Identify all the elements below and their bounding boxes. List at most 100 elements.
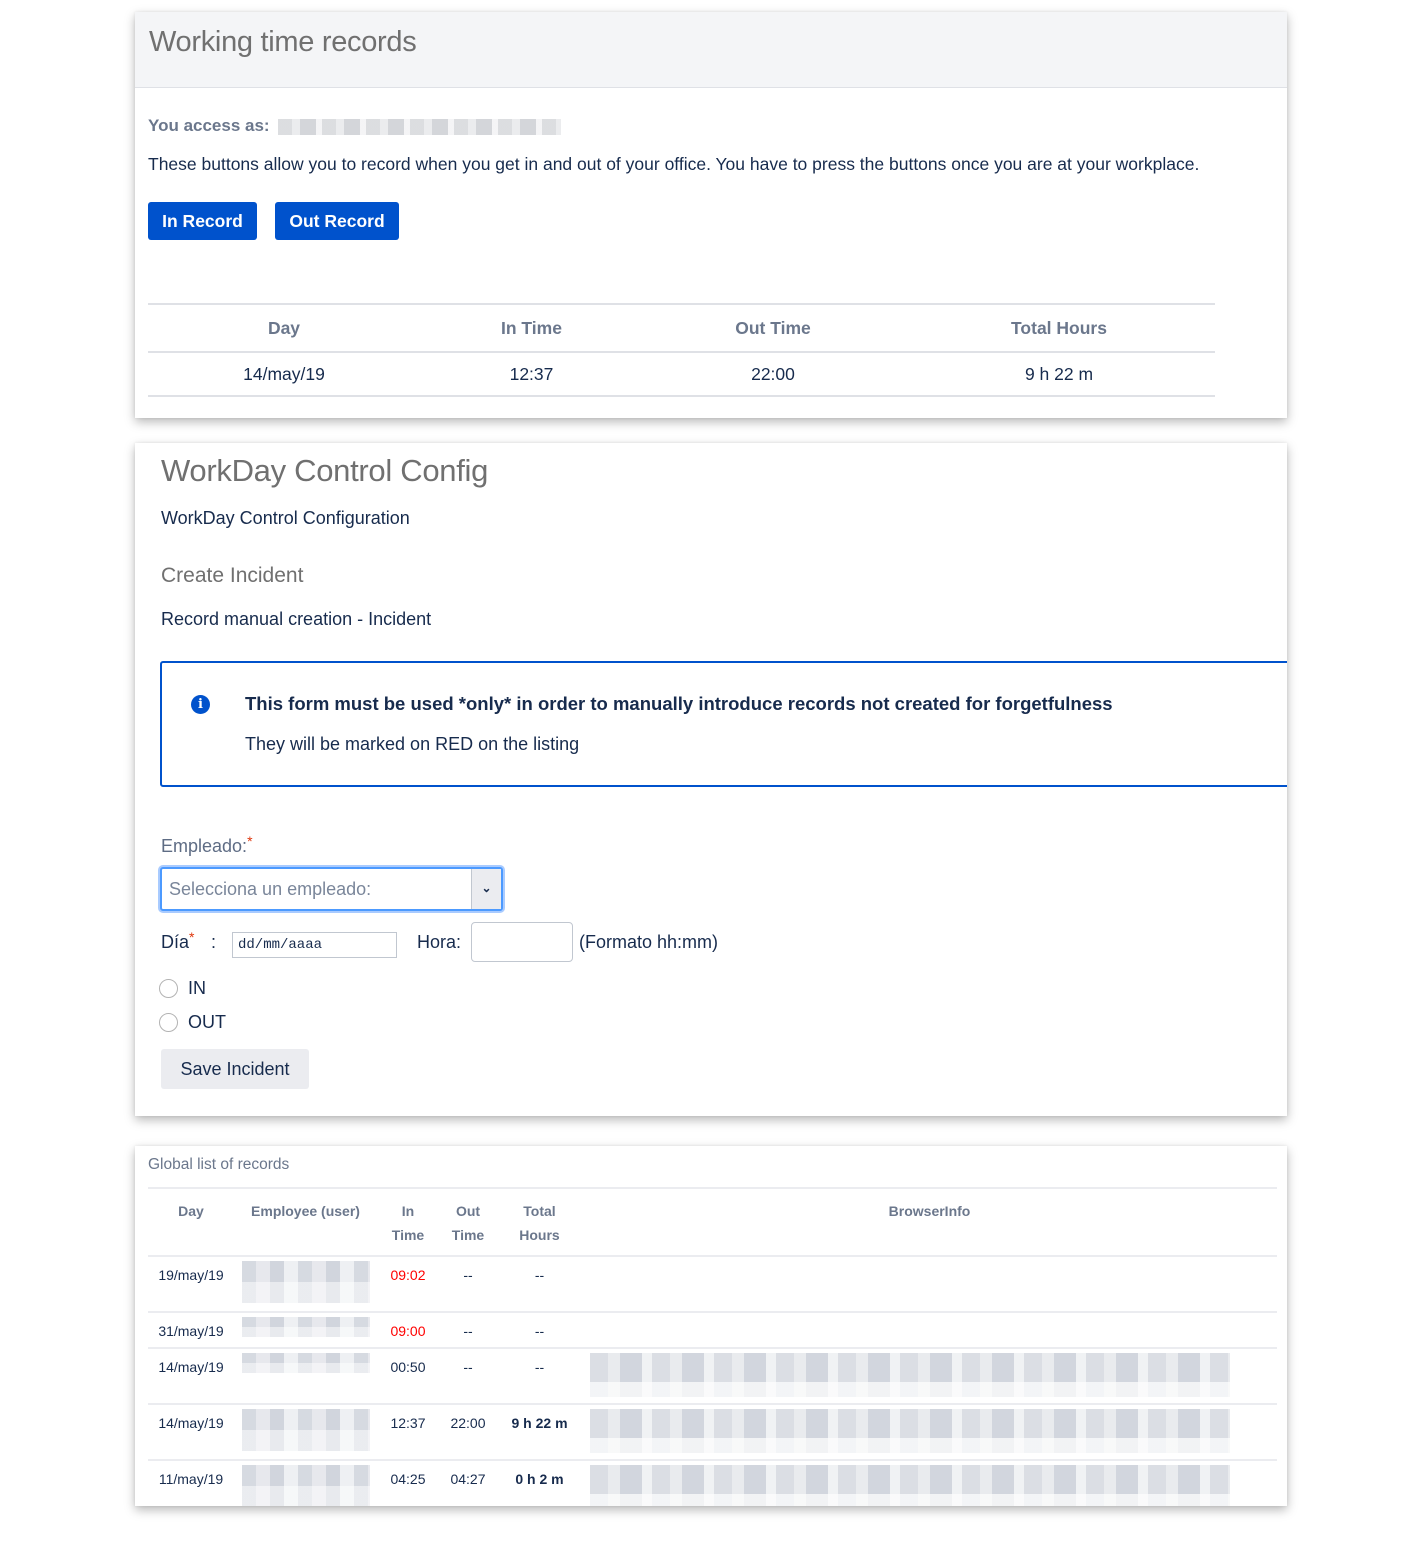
redacted-employee — [241, 1261, 370, 1303]
cell-day: 14/may/19 — [148, 352, 420, 397]
cell-out-time: 04:27 — [450, 1471, 486, 1487]
cell-day: 19/may/19 — [148, 1256, 234, 1313]
cell-day: 14/may/19 — [148, 1404, 234, 1461]
working-time-card: Working time records You access as: Thes… — [135, 12, 1287, 418]
working-time-title: Working time records — [149, 26, 417, 58]
radio-out-label: OUT — [188, 1012, 226, 1032]
day-label-text: Día — [161, 932, 190, 952]
redacted-user-name — [278, 118, 562, 135]
working-time-header: Working time records — [135, 12, 1287, 88]
header-in-time: In Time — [377, 1187, 439, 1257]
table-row: 31/may/19 09:00 -- -- — [148, 1312, 1277, 1349]
redacted-employee — [241, 1409, 370, 1451]
cell-employee — [234, 1348, 377, 1405]
table-row: 14/may/19 12:37 22:00 9 h 22 m — [148, 352, 1215, 397]
cell-day: 31/may/19 — [148, 1312, 234, 1349]
access-line: You access as: — [148, 116, 562, 136]
header-out-line1: Out — [455, 1203, 481, 1219]
config-card: WorkDay Control Config WorkDay Control C… — [135, 443, 1287, 1116]
employee-select[interactable]: Selecciona un empleado: ⌄ — [160, 867, 503, 911]
cell-total-hours: 9 h 22 m — [497, 1404, 582, 1461]
table-row: 14/may/19 00:50 -- -- — [148, 1348, 1277, 1405]
chevron-down-icon[interactable]: ⌄ — [471, 869, 501, 909]
header-day: Day — [148, 1187, 234, 1257]
cell-out-time: -- — [439, 1312, 497, 1349]
cell-out-time: 22:00 — [643, 352, 903, 397]
cell-total-hours: 0 h 2 m — [515, 1471, 564, 1487]
cell-browser-info — [582, 1460, 1277, 1506]
employee-select-placeholder: Selecciona un empleado: — [169, 879, 372, 899]
hour-input[interactable] — [471, 922, 573, 962]
radio-out[interactable] — [159, 1013, 178, 1032]
global-list-title: Global list of records — [148, 1156, 290, 1173]
radio-out-option[interactable]: OUT — [159, 1012, 226, 1033]
save-incident-button[interactable]: Save Incident — [161, 1049, 309, 1089]
table-header-row: Day Employee (user) In Time Out Time Total… — [148, 1187, 1277, 1257]
header-in-time: In Time — [420, 303, 643, 353]
radio-in-option[interactable]: IN — [159, 978, 206, 999]
redacted-employee — [241, 1317, 370, 1337]
table-row: 11/may/19 04:25 04:27 0 h 2 m — [148, 1460, 1277, 1506]
cell-in-time: 12:37 — [420, 352, 643, 397]
redacted-browser-info — [590, 1353, 1230, 1397]
cell-total-hours: -- — [497, 1256, 582, 1313]
in-record-button[interactable]: In Record — [148, 202, 257, 240]
cell-in-time: 00:50 — [377, 1348, 439, 1405]
my-records-table: Day In Time Out Time Total Hours 14/may/… — [148, 303, 1215, 397]
cell-day: 11/may/19 — [158, 1471, 224, 1487]
cell-in-time: 09:00 — [377, 1312, 439, 1349]
cell-total-hours: -- — [497, 1348, 582, 1405]
cell-in-time: 04:25 — [390, 1471, 426, 1487]
table-row: 14/may/19 12:37 22:00 9 h 22 m — [148, 1404, 1277, 1461]
header-out-time: Out Time — [439, 1187, 497, 1257]
cell-browser-info — [582, 1404, 1277, 1461]
info-text: They will be marked on RED on the listin… — [245, 734, 580, 754]
cell-out-time: 22:00 — [439, 1404, 497, 1461]
day-date-input[interactable]: dd/mm/aaaa — [232, 932, 397, 958]
header-total-hours: Total Hours — [903, 303, 1215, 353]
config-title: WorkDay Control Config — [161, 453, 489, 488]
header-total-hours: Total Hours — [497, 1187, 582, 1257]
day-label: Día* — [161, 929, 195, 953]
create-incident-description: Record manual creation - Incident — [161, 609, 432, 629]
info-icon: i — [191, 695, 210, 714]
header-total-line1: Total — [523, 1203, 556, 1219]
info-title: This form must be used *only* in order t… — [245, 693, 1113, 714]
header-total-line2: Hours — [519, 1227, 560, 1243]
cell-employee — [234, 1256, 377, 1313]
cell-day: 14/may/19 — [148, 1348, 234, 1405]
header-day: Day — [148, 303, 420, 353]
global-list-card: Global list of records Day Employee (use… — [135, 1146, 1287, 1506]
redacted-employee — [241, 1465, 370, 1506]
header-employee: Employee (user) — [234, 1187, 377, 1257]
cell-employee — [234, 1312, 377, 1349]
employee-label: Empleado:* — [161, 833, 253, 857]
cell-browser-info — [582, 1312, 1277, 1349]
hour-format-hint: (Formato hh:mm) — [579, 932, 719, 952]
cell-employee — [234, 1404, 377, 1461]
cell-out-time: -- — [439, 1348, 497, 1405]
redacted-browser-info — [590, 1465, 1230, 1506]
out-record-button[interactable]: Out Record — [275, 202, 399, 240]
cell-total-hours: -- — [497, 1312, 582, 1349]
day-colon: : — [211, 932, 217, 952]
required-asterisk: * — [189, 929, 195, 945]
access-label: You access as: — [148, 116, 270, 135]
redacted-browser-info — [590, 1409, 1230, 1453]
cell-total-hours: 9 h 22 m — [903, 352, 1215, 397]
config-subtitle: WorkDay Control Configuration — [161, 508, 410, 528]
table-header-row: Day In Time Out Time Total Hours — [148, 303, 1215, 353]
info-panel: i This form must be used *only* in order… — [160, 661, 1287, 787]
cell-out-time: -- — [439, 1256, 497, 1313]
cell-browser-info — [582, 1348, 1277, 1405]
cell-browser-info — [582, 1256, 1277, 1313]
working-time-description: These buttons allow you to record when y… — [148, 154, 1200, 174]
required-asterisk: * — [247, 833, 253, 849]
global-records-table: Day Employee (user) In Time Out Time Total… — [148, 1187, 1277, 1506]
radio-in[interactable] — [159, 979, 178, 998]
cell-employee — [234, 1460, 377, 1506]
header-browser-info: BrowserInfo — [582, 1187, 1277, 1257]
header-out-line2: Time — [451, 1227, 485, 1243]
header-in-line2: Time — [391, 1227, 425, 1243]
radio-in-label: IN — [188, 978, 206, 998]
